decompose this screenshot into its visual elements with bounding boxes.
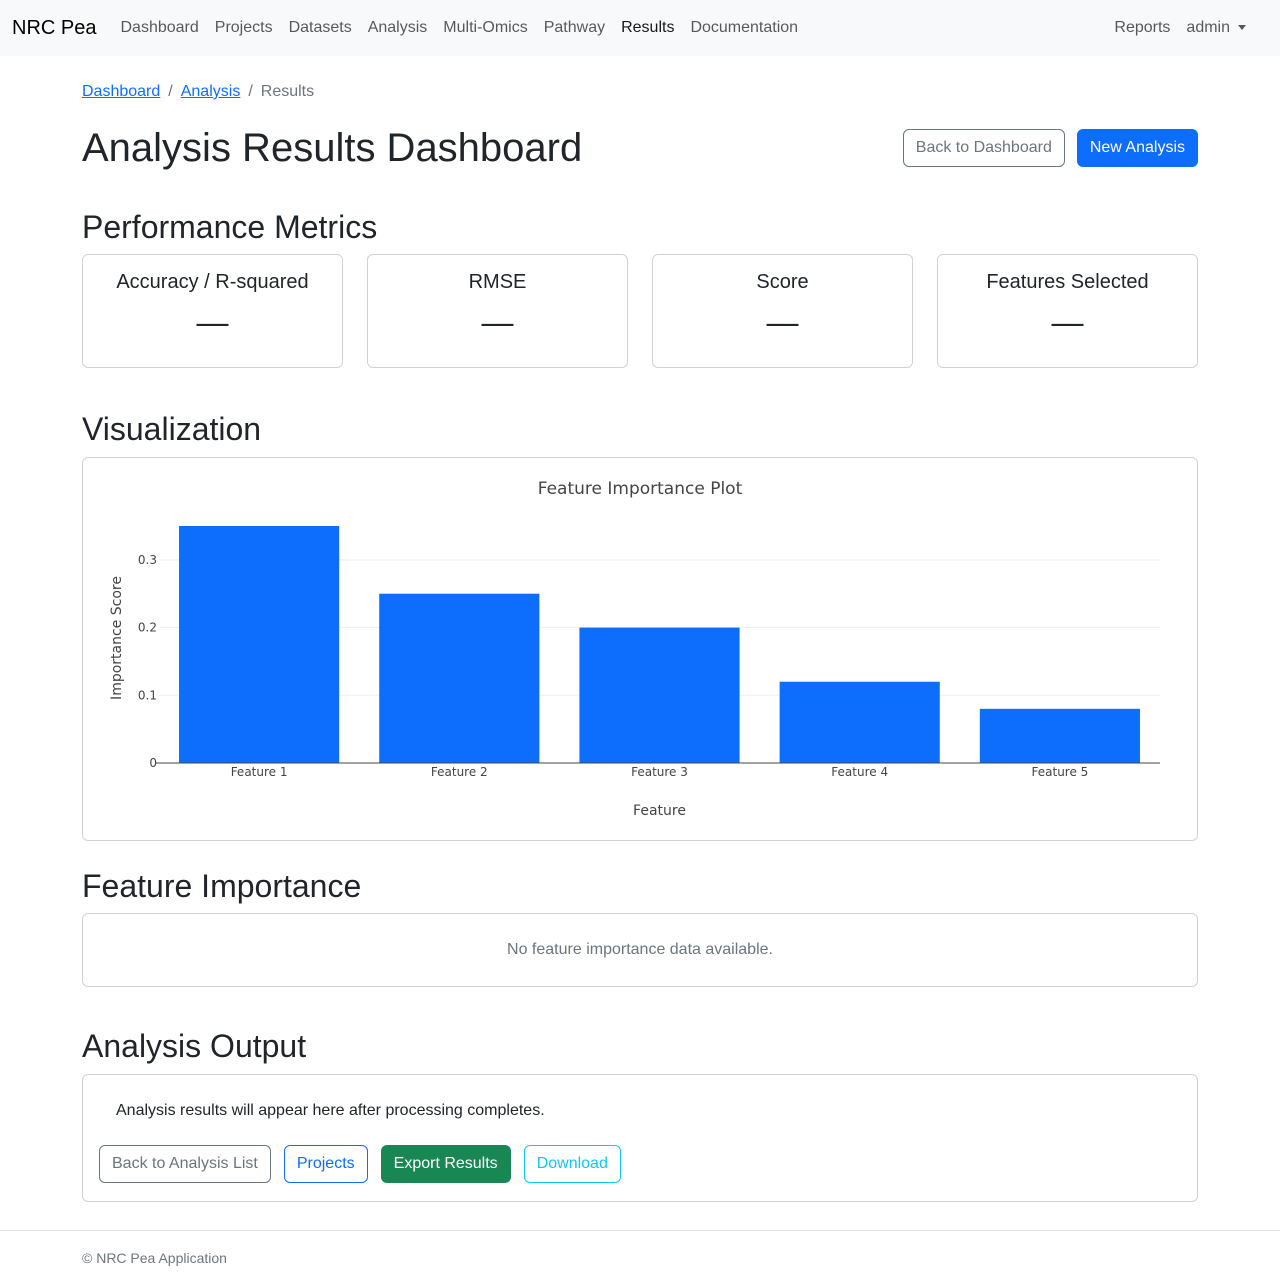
nav-link-dashboard[interactable]: Dashboard <box>112 11 206 45</box>
metric-label: Accuracy / R-squared <box>116 271 309 294</box>
chart-card: Feature Importance Plot 0 0.1 0.2 0.3 Feature… <box>82 456 1198 841</box>
nav-link-documentation[interactable]: Documentation <box>682 11 806 45</box>
bar-1 <box>179 525 340 763</box>
metric-label: Features Selected <box>986 271 1149 294</box>
nav-links: Dashboard Projects Datasets Analysis Mul… <box>112 11 806 45</box>
breadcrumb-separator: / <box>248 83 253 100</box>
feature-importance-title: Feature Importance <box>82 867 362 904</box>
breadcrumb: Dashboard / Analysis / Results <box>82 82 1198 102</box>
nav-link-reports[interactable]: Reports <box>1106 11 1178 45</box>
analysis-output-title: Analysis Output <box>82 1028 307 1065</box>
nav-link-analysis[interactable]: Analysis <box>360 11 436 45</box>
analysis-output-card: Analysis results will appear here after … <box>82 1073 1198 1202</box>
export-results-button[interactable]: Export Results <box>380 1144 511 1183</box>
metric-value: — <box>766 304 799 341</box>
footer: © NRC Pea Application <box>0 1230 1280 1284</box>
feature-importance-chart: Feature Importance Plot00.10.20.3Feature… <box>109 479 1160 819</box>
nav-link-results[interactable]: Results <box>613 11 682 45</box>
y-tick-label: 0.1 <box>138 688 157 702</box>
x-tick-label: Feature 3 <box>631 765 688 779</box>
back-to-analysis-list-button[interactable]: Back to Analysis List <box>99 1144 271 1183</box>
user-dropdown[interactable]: admin <box>1178 11 1254 45</box>
metric-value: — <box>481 304 514 341</box>
new-analysis-button[interactable]: New Analysis <box>1076 129 1198 167</box>
brand-link[interactable]: NRC Pea <box>12 17 96 40</box>
x-tick-label: Feature 2 <box>431 765 488 779</box>
bar-4 <box>779 681 940 763</box>
feature-importance-empty-text: No feature importance data available. <box>507 941 773 959</box>
metric-value: — <box>1051 304 1084 341</box>
metric-label: Score <box>756 271 809 294</box>
back-to-dashboard-button[interactable]: Back to Dashboard <box>902 129 1065 167</box>
metric-card-rmse: RMSE — <box>367 254 628 369</box>
y-tick-label: 0.2 <box>138 620 157 634</box>
navbar: NRC Pea Dashboard Projects Datasets Anal… <box>0 0 1280 56</box>
bar-3 <box>579 627 740 763</box>
bar-2 <box>379 593 540 763</box>
nav-link-multi-omics[interactable]: Multi-Omics <box>435 11 535 45</box>
breadcrumb-separator: / <box>168 83 173 100</box>
x-axis-label: Feature <box>633 803 686 819</box>
page-title: Analysis Results Dashboard <box>82 126 583 170</box>
metric-value: — <box>196 304 229 341</box>
nav-right: Reports admin <box>1106 11 1268 45</box>
nav-link-pathway[interactable]: Pathway <box>536 11 613 45</box>
x-tick-label: Feature 4 <box>831 765 888 779</box>
analysis-output-buttons: Back to Analysis List Projects Export Re… <box>99 1144 1181 1183</box>
download-button[interactable]: Download <box>523 1144 621 1183</box>
metrics-row: Accuracy / R-squared — RMSE — Score — Fe… <box>82 254 1198 369</box>
y-tick-label: 0.3 <box>138 553 157 567</box>
y-axis-label: Importance Score <box>109 576 125 700</box>
feature-importance-card: No feature importance data available. <box>82 913 1198 988</box>
x-tick-label: Feature 5 <box>1032 765 1089 779</box>
breadcrumb-current: Results <box>260 83 315 100</box>
user-name: admin <box>1186 19 1230 36</box>
page-header: Analysis Results Dashboard Back to Dashb… <box>82 120 1198 176</box>
breadcrumb-dashboard[interactable]: Dashboard <box>82 83 160 101</box>
projects-button[interactable]: Projects <box>283 1144 368 1183</box>
metric-card-features-selected: Features Selected — <box>937 254 1198 369</box>
chart-title: Feature Importance Plot <box>538 479 743 499</box>
header-buttons: Back to Dashboard New Analysis <box>902 129 1198 167</box>
bar-5 <box>979 708 1140 763</box>
metric-label: RMSE <box>468 271 527 294</box>
visualization-title: Visualization <box>82 411 262 448</box>
metric-card-accuracy: Accuracy / R-squared — <box>82 254 343 369</box>
caret-down-icon <box>1238 25 1246 31</box>
nav-link-projects[interactable]: Projects <box>207 11 281 45</box>
analysis-output-text: Analysis results will appear here after … <box>116 1101 545 1119</box>
footer-text: © NRC Pea Application <box>82 1250 227 1266</box>
x-tick-label: Feature 1 <box>231 765 288 779</box>
performance-metrics-title: Performance Metrics <box>82 209 378 245</box>
nav-link-datasets[interactable]: Datasets <box>281 11 360 45</box>
metric-card-score: Score — <box>652 254 913 369</box>
main-container: Dashboard / Analysis / Results Analysis … <box>82 82 1198 1202</box>
breadcrumb-analysis[interactable]: Analysis <box>181 83 241 101</box>
